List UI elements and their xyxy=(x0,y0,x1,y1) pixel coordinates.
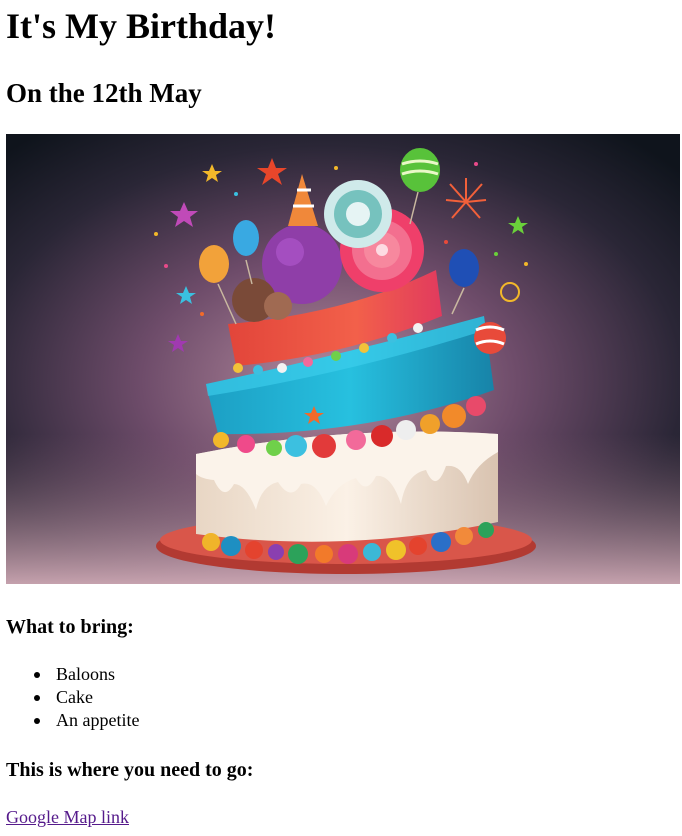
birthday-cake-image xyxy=(6,134,680,584)
bullet-icon xyxy=(34,695,40,701)
list-item-label: An appetite xyxy=(56,710,140,730)
list-item: Baloons xyxy=(34,663,139,686)
bullet-icon xyxy=(34,718,40,724)
list-item-label: Baloons xyxy=(56,664,116,684)
list-item: Cake xyxy=(34,686,139,709)
page-subtitle: On the 12th May xyxy=(6,78,202,108)
bring-list: Baloons Cake An appetite xyxy=(6,663,139,732)
google-map-link[interactable]: Google Map link xyxy=(6,805,129,829)
list-item: An appetite xyxy=(34,709,140,732)
list-item-label: Cake xyxy=(56,687,93,707)
what-to-bring-heading: What to bring: xyxy=(6,616,134,638)
page-title: It's My Birthday! xyxy=(6,6,276,46)
location-heading: This is where you need to go: xyxy=(6,759,254,781)
bullet-icon xyxy=(34,672,40,678)
